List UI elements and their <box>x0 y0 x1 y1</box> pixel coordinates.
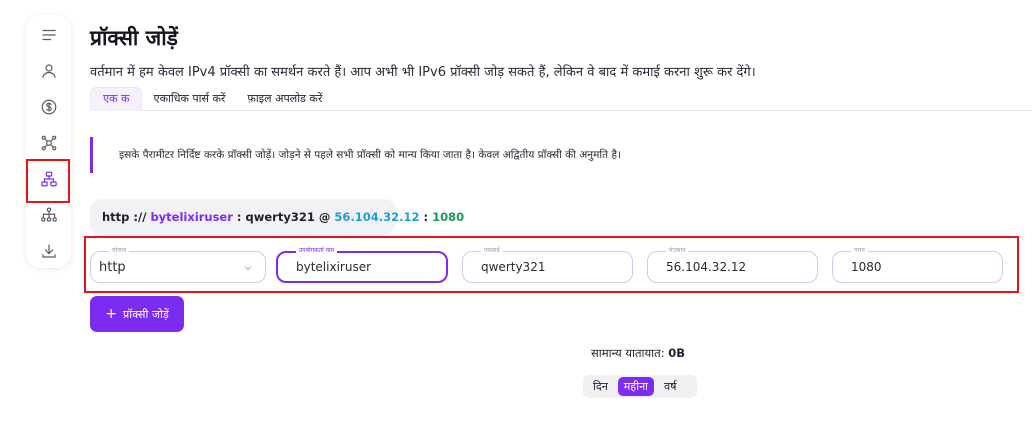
port-field[interactable]: पत्तन <box>832 246 1003 283</box>
preview-separator: :// <box>129 210 151 224</box>
page-title: प्रॉक्सी जोड़ें <box>90 26 178 50</box>
add-proxy-label: प्रॉक्सी जोड़ें <box>123 307 169 321</box>
preview-password: qwerty321 <box>245 210 315 224</box>
dollar-icon <box>41 99 56 115</box>
tab-bar: एक क एकाधिक पार्स करें फ़ाइल अपलोड करें <box>90 87 1032 111</box>
period-toggle: दिन महीना वर्ष <box>583 375 697 398</box>
traffic-label: सामान्य यातायात: <box>591 346 665 360</box>
username-field[interactable]: उपयोगकर्ता नाम <box>276 246 448 283</box>
preview-separator: : <box>419 210 433 224</box>
tab-parse-multiple[interactable]: एकाधिक पार्स करें <box>142 87 236 111</box>
password-input[interactable] <box>463 252 632 282</box>
protocol-value[interactable] <box>91 252 265 282</box>
sidebar <box>26 15 71 268</box>
traffic-value: 0B <box>668 346 686 360</box>
sidebar-item-profile[interactable] <box>26 53 71 89</box>
hierarchy-icon <box>40 171 57 187</box>
sidebar-item-download[interactable] <box>26 233 71 269</box>
share-tree-icon <box>40 207 57 222</box>
sidebar-item-earnings[interactable] <box>26 89 71 125</box>
port-input[interactable] <box>833 252 1002 282</box>
sidebar-item-network[interactable] <box>26 125 71 161</box>
preview-separator: @ <box>314 210 335 224</box>
preview-separator: : <box>232 210 246 224</box>
sidebar-item-menu[interactable] <box>26 17 71 53</box>
add-proxy-button[interactable]: + प्रॉक्सी जोड़ें <box>90 296 184 332</box>
tab-upload-file[interactable]: फ़ाइल अपलोड करें <box>236 87 333 111</box>
period-month[interactable]: महीना <box>617 377 655 396</box>
download-icon <box>41 244 56 258</box>
period-year[interactable]: वर्ष <box>658 377 682 396</box>
network-icon <box>41 135 56 151</box>
sidebar-item-referrals[interactable] <box>26 197 71 233</box>
chevron-down-icon <box>244 266 252 271</box>
tab-single[interactable]: एक क <box>90 87 143 111</box>
preview-scheme: http <box>102 210 130 224</box>
plus-icon: + <box>105 306 117 322</box>
traffic-summary: सामान्य यातायात: 0B <box>591 346 685 361</box>
preview-port: 1080 <box>432 210 465 224</box>
proxy-preview: http :// bytelixiruser : qwerty321 @ 56.… <box>90 199 464 235</box>
protocol-select[interactable]: योजना <box>90 246 266 283</box>
page-description: वर्तमान में हम केवल IPv4 प्रॉक्सी का समर… <box>90 65 756 80</box>
password-field[interactable]: पासवर्ड <box>462 246 633 283</box>
period-day[interactable]: दिन <box>587 377 614 396</box>
host-field[interactable]: मेज़बान <box>647 246 818 283</box>
info-callout: इसके पैरामीटर निर्दिष्ट करके प्रॉक्सी जो… <box>90 137 650 173</box>
menu-icon <box>41 29 56 41</box>
callout-text: इसके पैरामीटर निर्दिष्ट करके प्रॉक्सी जो… <box>119 149 621 161</box>
username-input[interactable] <box>278 253 446 281</box>
user-icon <box>41 64 56 78</box>
preview-username: bytelixiruser <box>150 210 233 224</box>
sidebar-item-proxies[interactable] <box>26 161 71 197</box>
host-input[interactable] <box>648 252 817 282</box>
preview-host: 56.104.32.12 <box>334 210 420 224</box>
